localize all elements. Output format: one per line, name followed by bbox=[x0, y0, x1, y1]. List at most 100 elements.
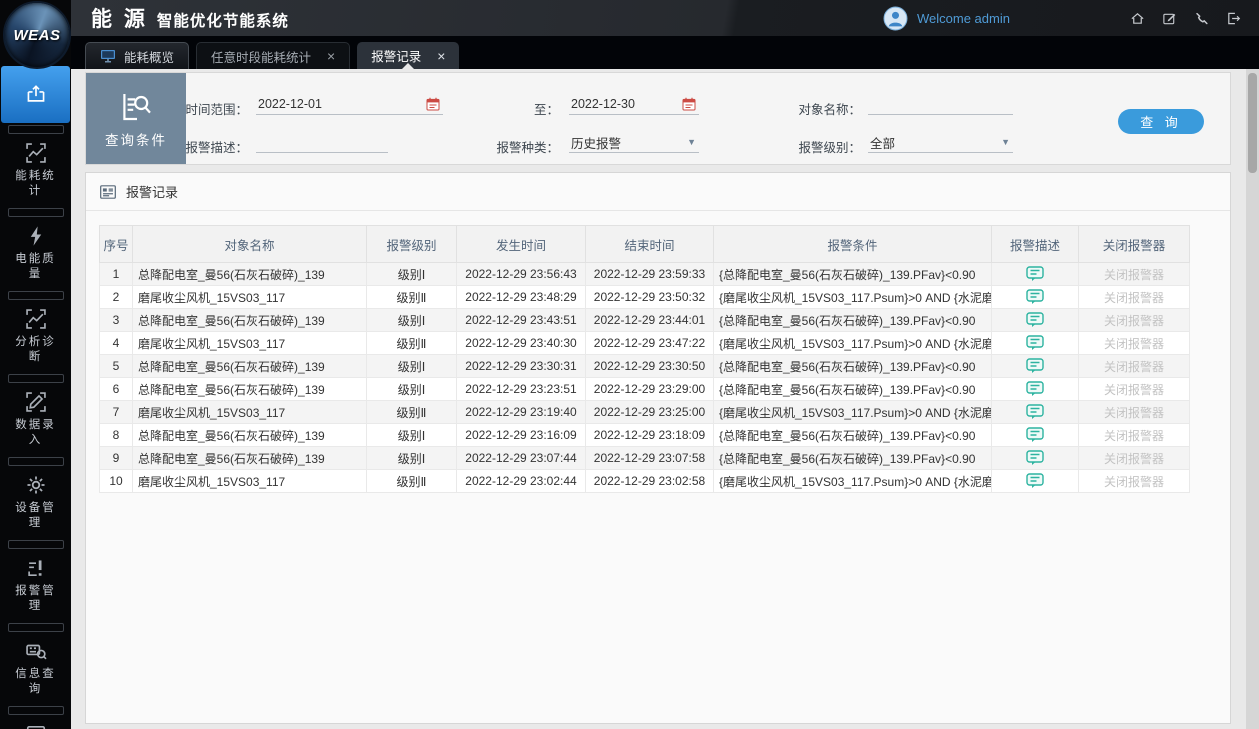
cell-alarm-level: 级别Ⅱ bbox=[367, 401, 457, 424]
cell-close-alarm: 关闭报警器 bbox=[1079, 378, 1190, 401]
sidebar-item-overview[interactable] bbox=[1, 66, 70, 123]
cell-object-name: 磨尾收尘风机_15VS03_117 bbox=[133, 401, 367, 424]
alarm-level-select[interactable]: 全部 ▼ bbox=[868, 132, 1013, 153]
close-icon[interactable]: × bbox=[437, 49, 445, 63]
comment-icon[interactable] bbox=[1026, 427, 1044, 443]
alarm-desc-input[interactable] bbox=[256, 132, 388, 153]
cell-end-time: 2022-12-29 23:02:58 bbox=[586, 470, 714, 493]
comment-icon[interactable] bbox=[1026, 473, 1044, 489]
column-header: 报警级别 bbox=[367, 226, 457, 263]
cell-row-number: 10 bbox=[100, 470, 133, 493]
sidebar-item-analysis-diagnosis[interactable]: 分析诊断 bbox=[0, 302, 71, 372]
cell-object-name: 总降配电室_曼56(石灰石破碎)_139 bbox=[133, 263, 367, 286]
line-chart-icon bbox=[25, 142, 47, 164]
sidebar-item-alarm-mgmt[interactable]: 报警管理 bbox=[0, 551, 71, 621]
comment-icon[interactable] bbox=[1026, 381, 1044, 397]
to-date-input[interactable]: 2022-12-30 bbox=[569, 94, 699, 115]
cell-close-alarm: 关闭报警器 bbox=[1079, 401, 1190, 424]
sidebar-separator bbox=[8, 457, 64, 466]
comment-icon[interactable] bbox=[1026, 358, 1044, 374]
close-alarm-button[interactable]: 关闭报警器 bbox=[1104, 383, 1164, 397]
cell-alarm-description bbox=[992, 447, 1079, 470]
cell-row-number: 9 bbox=[100, 447, 133, 470]
cell-alarm-level: 级别Ⅱ bbox=[367, 470, 457, 493]
comment-icon[interactable] bbox=[1026, 335, 1044, 351]
cell-alarm-level: 级别Ⅰ bbox=[367, 378, 457, 401]
tab-energy-overview[interactable]: 能耗概览 bbox=[85, 42, 189, 69]
cell-row-number: 2 bbox=[100, 286, 133, 309]
cell-close-alarm: 关闭报警器 bbox=[1079, 424, 1190, 447]
sidebar-item-device-mgmt[interactable]: 设备管理 bbox=[0, 468, 71, 538]
comment-icon[interactable] bbox=[1026, 450, 1044, 466]
sidebar-item-label: 报警管理 bbox=[15, 584, 57, 614]
table-row: 3总降配电室_曼56(石灰石破碎)_139级别Ⅰ2022-12-29 23:43… bbox=[100, 309, 1190, 332]
alarm-table-header-row: 序号对象名称报警级别发生时间结束时间报警条件报警描述关闭报警器 bbox=[100, 226, 1190, 263]
table-row: 4磨尾收尘风机_15VS03_117级别Ⅱ2022-12-29 23:40:30… bbox=[100, 332, 1190, 355]
calendar-icon[interactable] bbox=[682, 97, 696, 111]
alarm-desc-label: 报警描述： bbox=[106, 137, 248, 156]
scrollbar-thumb[interactable] bbox=[1248, 73, 1257, 173]
sidebar-item-data-entry[interactable]: 数据录入 bbox=[0, 385, 71, 455]
close-alarm-button[interactable]: 关闭报警器 bbox=[1104, 291, 1164, 305]
sidebar-item-system-mgmt[interactable]: 系统管理 bbox=[0, 717, 71, 729]
phone-icon[interactable] bbox=[1194, 11, 1209, 26]
table-row: 6总降配电室_曼56(石灰石破碎)_139级别Ⅰ2022-12-29 23:23… bbox=[100, 378, 1190, 401]
sidebar-item-power-quality[interactable]: 电能质量 bbox=[0, 219, 71, 289]
cell-start-time: 2022-12-29 23:40:30 bbox=[457, 332, 586, 355]
cell-row-number: 5 bbox=[100, 355, 133, 378]
tab-period-energy-stats[interactable]: 任意时段能耗统计× bbox=[196, 42, 350, 69]
close-alarm-button[interactable]: 关闭报警器 bbox=[1104, 360, 1164, 374]
cell-end-time: 2022-12-29 23:18:09 bbox=[586, 424, 714, 447]
close-alarm-button[interactable]: 关闭报警器 bbox=[1104, 314, 1164, 328]
alarm-icon bbox=[25, 557, 47, 579]
sidebar-item-label: 分析诊断 bbox=[15, 335, 57, 365]
close-alarm-button[interactable]: 关闭报警器 bbox=[1104, 337, 1164, 351]
alarm-table: 序号对象名称报警级别发生时间结束时间报警条件报警描述关闭报警器 1总降配电室_曼… bbox=[99, 225, 1190, 493]
close-alarm-button[interactable]: 关闭报警器 bbox=[1104, 406, 1164, 420]
cell-row-number: 4 bbox=[100, 332, 133, 355]
cell-alarm-description bbox=[992, 286, 1079, 309]
comment-icon[interactable] bbox=[1026, 289, 1044, 305]
logout-icon[interactable] bbox=[1226, 11, 1241, 26]
close-alarm-button[interactable]: 关闭报警器 bbox=[1104, 429, 1164, 443]
comment-icon[interactable] bbox=[1026, 266, 1044, 282]
comment-icon[interactable] bbox=[1026, 312, 1044, 328]
cell-alarm-level: 级别Ⅰ bbox=[367, 309, 457, 332]
records-section-icon bbox=[99, 183, 117, 201]
user-info[interactable]: Welcome admin bbox=[883, 0, 1010, 36]
comment-icon[interactable] bbox=[1026, 404, 1044, 420]
cell-start-time: 2022-12-29 23:48:29 bbox=[457, 286, 586, 309]
cell-alarm-description bbox=[992, 378, 1079, 401]
vertical-scrollbar[interactable] bbox=[1246, 69, 1259, 729]
cell-alarm-condition: {磨尾收尘风机_15VS03_117.Psum}>0 AND {水泥磨主电机_1… bbox=[714, 470, 992, 493]
app-title: 能 源 智能优化节能系统 bbox=[71, 3, 289, 33]
cell-start-time: 2022-12-29 23:43:51 bbox=[457, 309, 586, 332]
close-icon[interactable]: × bbox=[327, 49, 335, 63]
column-header: 对象名称 bbox=[133, 226, 367, 263]
cell-alarm-condition: {总降配电室_曼56(石灰石破碎)_139.PFav}<0.90 bbox=[714, 355, 992, 378]
cell-object-name: 磨尾收尘风机_15VS03_117 bbox=[133, 470, 367, 493]
close-alarm-button[interactable]: 关闭报警器 bbox=[1104, 475, 1164, 489]
chevron-down-icon: ▼ bbox=[687, 137, 696, 147]
avatar-icon bbox=[883, 6, 908, 31]
tab-alarm-records[interactable]: 报警记录× bbox=[357, 42, 459, 69]
column-header: 结束时间 bbox=[586, 226, 714, 263]
cell-alarm-level: 级别Ⅱ bbox=[367, 286, 457, 309]
section-header: 报警记录 bbox=[86, 173, 1230, 211]
alarm-type-select[interactable]: 历史报警 ▼ bbox=[569, 132, 699, 153]
cell-alarm-condition: {磨尾收尘风机_15VS03_117.Psum}>0 AND {水泥磨主电机_1… bbox=[714, 332, 992, 355]
sidebar-item-info-query[interactable]: 信息查询 bbox=[0, 634, 71, 704]
cell-start-time: 2022-12-29 23:02:44 bbox=[457, 470, 586, 493]
sidebar-item-energy-stats[interactable]: 能耗统计 bbox=[0, 136, 71, 206]
close-alarm-button[interactable]: 关闭报警器 bbox=[1104, 268, 1164, 282]
close-alarm-button[interactable]: 关闭报警器 bbox=[1104, 452, 1164, 466]
home-icon[interactable] bbox=[1130, 11, 1145, 26]
object-name-input[interactable] bbox=[868, 94, 1013, 115]
cell-start-time: 2022-12-29 23:30:31 bbox=[457, 355, 586, 378]
topbar: 能 源 智能优化节能系统 Welcome admin bbox=[71, 0, 1259, 37]
sidebar-item-label: 能耗统计 bbox=[15, 169, 57, 199]
search-button[interactable]: 查 询 bbox=[1118, 109, 1204, 134]
cell-alarm-description bbox=[992, 263, 1079, 286]
edit-icon[interactable] bbox=[1162, 11, 1177, 26]
cell-alarm-condition: {磨尾收尘风机_15VS03_117.Psum}>0 AND {水泥磨主电机_1… bbox=[714, 286, 992, 309]
